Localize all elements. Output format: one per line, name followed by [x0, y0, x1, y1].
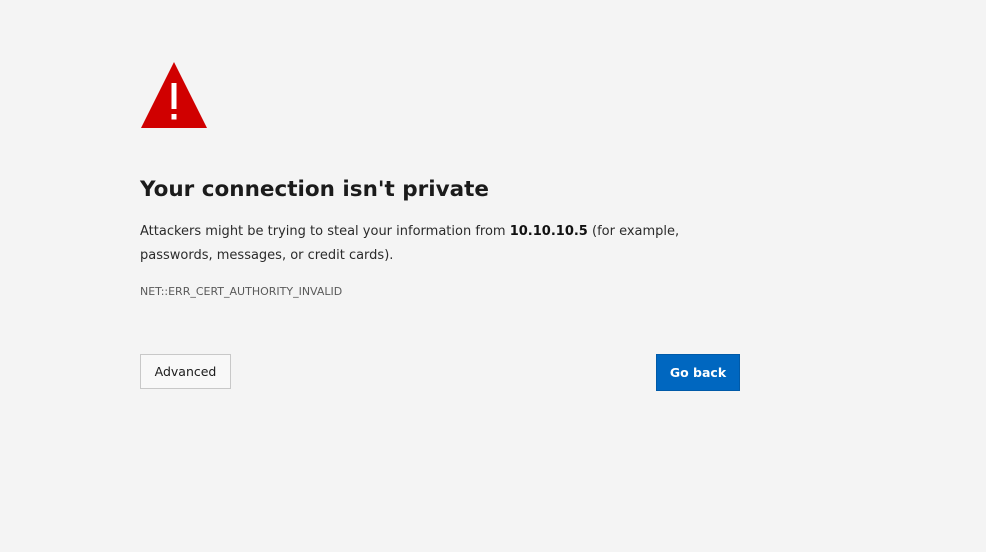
warning-triangle-icon	[141, 62, 207, 128]
error-message: Attackers might be trying to steal your …	[140, 220, 740, 268]
message-text-before-host: Attackers might be trying to steal your …	[140, 224, 510, 239]
go-back-button[interactable]: Go back	[656, 354, 740, 391]
page-title: Your connection isn't private	[140, 177, 489, 202]
error-code: NET::ERR_CERT_AUTHORITY_INVALID	[140, 285, 343, 298]
host-address: 10.10.10.5	[509, 224, 588, 239]
advanced-button[interactable]: Advanced	[140, 354, 231, 389]
